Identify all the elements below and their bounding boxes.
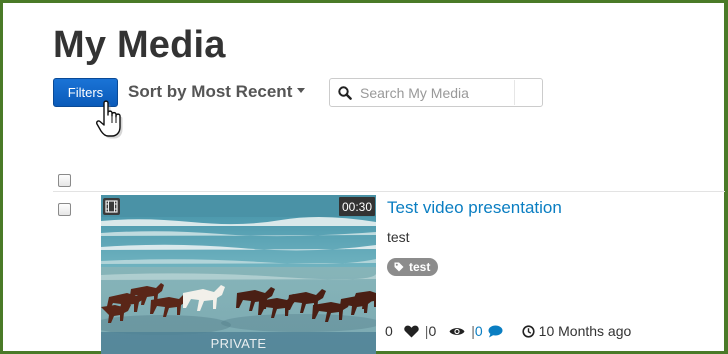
entry-title-link[interactable]: Test video presentation <box>387 198 562 218</box>
sort-label: Sort by Most Recent <box>128 82 293 101</box>
search-box[interactable] <box>329 78 543 107</box>
page-title: My Media <box>53 24 226 66</box>
comments-count[interactable]: 0 <box>475 323 483 339</box>
list-divider <box>53 191 725 192</box>
select-all-checkbox[interactable] <box>58 174 71 187</box>
tag-label: test <box>409 260 431 274</box>
views-count: 0 <box>428 323 437 339</box>
tag-icon <box>394 262 404 272</box>
search-divider <box>514 80 515 105</box>
hand-cursor-icon <box>96 100 123 139</box>
tag-badge[interactable]: test <box>387 258 439 276</box>
comment-icon[interactable] <box>488 325 503 338</box>
search-input[interactable] <box>360 80 510 105</box>
clock-icon <box>522 324 535 338</box>
likes-count: 0 <box>385 323 393 339</box>
duration-badge: 00:30 <box>339 197 375 216</box>
film-icon <box>103 198 120 215</box>
entry-stats: 0 | 0 | 0 10 Months ago <box>385 322 631 340</box>
entry-thumbnail[interactable] <box>101 195 376 354</box>
search-icon[interactable] <box>330 79 360 106</box>
entry-checkbox[interactable] <box>58 203 71 216</box>
entry-date: 10 Months ago <box>538 323 632 339</box>
caret-down-icon <box>297 88 306 93</box>
heart-icon[interactable] <box>404 325 419 338</box>
sort-dropdown[interactable]: Sort by Most Recent <box>128 82 306 102</box>
eye-icon <box>449 327 465 335</box>
entry-description: test <box>387 229 410 245</box>
privacy-label: PRIVATE <box>101 332 376 354</box>
